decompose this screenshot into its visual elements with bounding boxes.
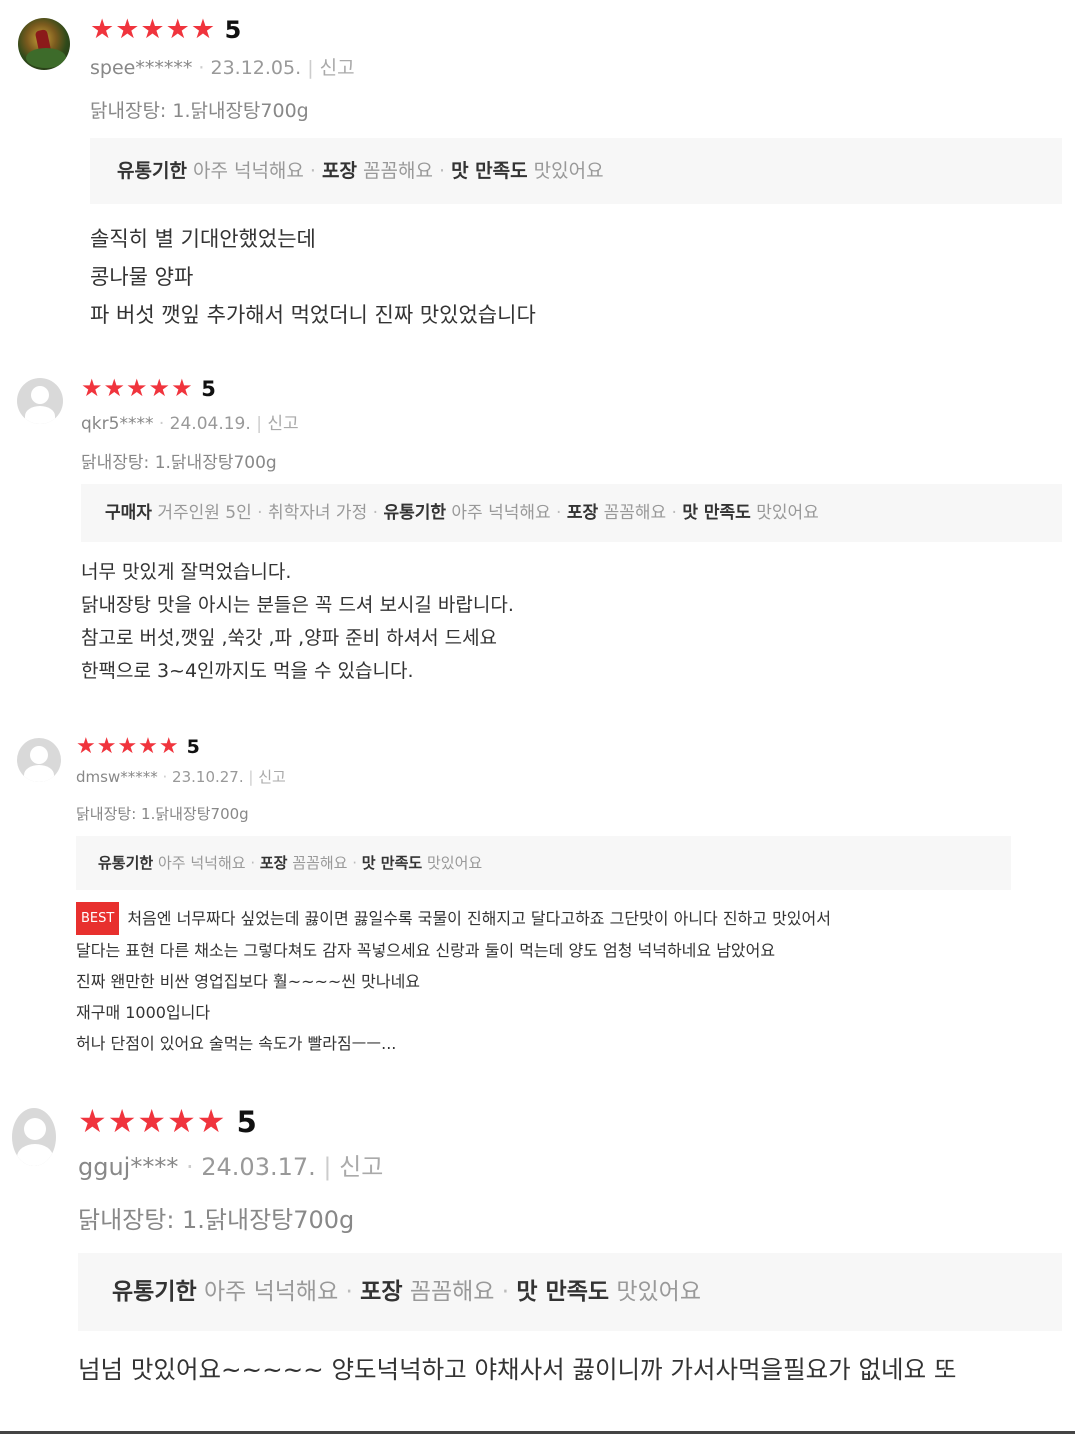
rating-score: 5 [224, 16, 242, 44]
review-text: 너무 맛있게 잘먹었습니다. 닭내장탕 맛을 아시는 분들은 꼭 드셔 보시길 … [81, 561, 514, 682]
avatar[interactable] [17, 378, 63, 424]
reviewer-id: gguj**** [78, 1153, 179, 1181]
purchase-option: 닭내장탕: 1.닭내장탕700g [78, 1206, 355, 1234]
star-rating: ★★★★★ [76, 734, 180, 759]
rating-score: 5 [186, 736, 200, 758]
avatar[interactable] [12, 1108, 56, 1166]
reviewer-id: dmsw***** [76, 768, 158, 786]
star-rating: ★★★★★ [90, 14, 217, 45]
rating-score: 5 [236, 1105, 257, 1139]
review-tags-box: 유통기한 아주 넉넉해요 · 포장 꼼꼼해요 · 맛 만족도 맛있어요 [76, 836, 1011, 890]
report-link[interactable]: 신고 [339, 1153, 383, 1181]
review-text: 넘넘 맛있어요~~~~~ 양도넉넉하고 야채사서 끓이니까 가서사먹을필요가 없… [78, 1355, 957, 1384]
purchase-option: 닭내장탕: 1.닭내장탕700g [76, 805, 249, 823]
purchase-option: 닭내장탕: 1.닭내장탕700g [81, 453, 277, 473]
review-date: 24.03.17. [201, 1153, 316, 1181]
review-tags-box: 유통기한 아주 넉넉해요 · 포장 꼼꼼해요 · 맛 만족도 맛있어요 [90, 138, 1062, 204]
review-text: BEST 처음엔 너무짜다 싶었는데 끓이면 끓일수록 국물이 진해지고 달다고하… [76, 902, 831, 1059]
report-link[interactable]: 신고 [267, 414, 298, 434]
review-date: 23.10.27. [172, 768, 244, 786]
purchase-option: 닭내장탕: 1.닭내장탕700g [90, 100, 309, 122]
avatar[interactable] [18, 18, 70, 70]
reviewer-id: spee****** [90, 57, 193, 79]
review-date: 23.12.05. [210, 57, 302, 79]
review-tags-box: 구매자 거주인원 5인 · 취학자녀 가정 · 유통기한 아주 넉넉해요 · 포… [81, 484, 1062, 542]
report-link[interactable]: 신고 [320, 57, 355, 79]
star-rating: ★★★★★ [81, 374, 194, 402]
review-date: 24.04.19. [169, 414, 251, 434]
best-badge: BEST [76, 902, 120, 935]
reviewer-id: qkr5**** [81, 414, 154, 434]
rating-score: 5 [201, 377, 216, 401]
star-rating: ★★★★★ [78, 1102, 227, 1140]
report-link[interactable]: 신고 [258, 768, 286, 786]
review-text: 솔직히 별 기대안했었는데 콩나물 양파 파 버섯 깻잎 추가해서 먹었더니 진… [90, 227, 536, 327]
avatar[interactable] [17, 738, 61, 782]
review-tags-box: 유통기한 아주 넉넉해요 · 포장 꼼꼼해요 · 맛 만족도 맛있어요 [78, 1253, 1062, 1331]
